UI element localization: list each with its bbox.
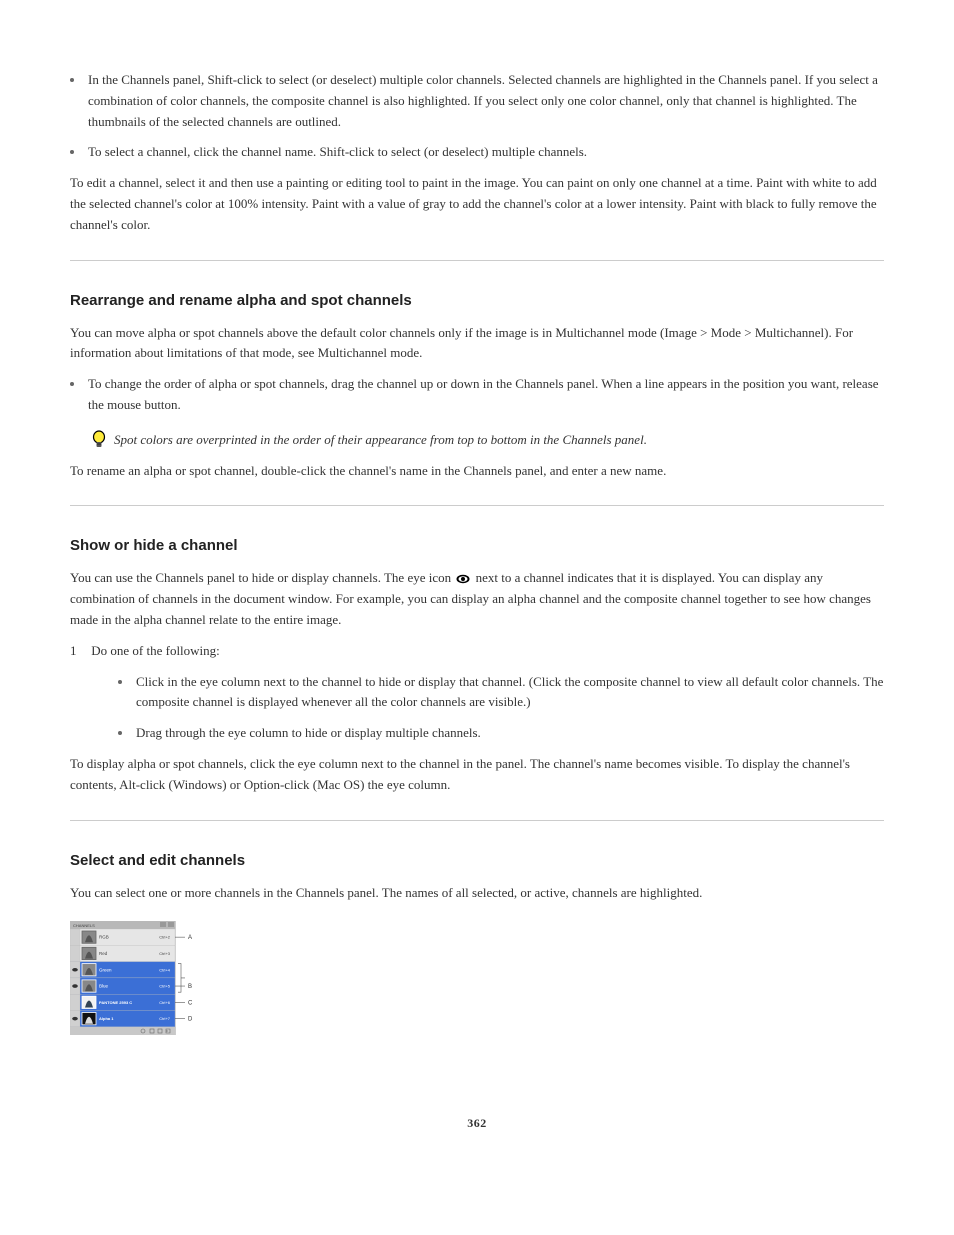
tip-text: Spot colors are overprinted in the order… — [114, 430, 884, 451]
tip-callout: Spot colors are overprinted in the order… — [92, 430, 884, 451]
svg-text:Ctrl+3: Ctrl+3 — [159, 951, 171, 956]
eye-icon — [456, 574, 470, 584]
section-rearrange: Rearrange and rename alpha and spot chan… — [70, 261, 884, 506]
panel-title-text: CHANNELS — [73, 923, 95, 928]
svg-text:PANTONE 2593 C: PANTONE 2593 C — [99, 1000, 132, 1005]
paragraph: To display alpha or spot channels, click… — [70, 754, 884, 796]
svg-text:C: C — [188, 1001, 193, 1007]
svg-text:Ctrl+4: Ctrl+4 — [159, 968, 171, 973]
step-number: 1 — [70, 641, 88, 662]
section-intro: In the Channels panel, Shift-click to se… — [70, 40, 884, 260]
bullet-dot-icon — [70, 150, 74, 154]
bullet-text: Click in the eye column next to the chan… — [136, 672, 884, 714]
svg-text:Blue: Blue — [99, 984, 109, 989]
bullet-text: To select a channel, click the channel n… — [88, 142, 884, 163]
paragraph: To rename an alpha or spot channel, doub… — [70, 461, 884, 482]
channels-panel-figure: CHANNELS RGB Ctrl+2 Red Ctrl+3 Green Ctrl+4 Bl… — [70, 921, 194, 1042]
bullet-dot-icon — [118, 680, 122, 684]
svg-text:A: A — [188, 935, 192, 941]
svg-text:Green: Green — [99, 968, 112, 973]
bullet-item: Click in the eye column next to the chan… — [118, 672, 884, 714]
section-heading: Rearrange and rename alpha and spot chan… — [70, 289, 884, 313]
inline-eye-wrap — [454, 570, 475, 585]
svg-text:Ctrl+6: Ctrl+6 — [159, 1000, 171, 1005]
svg-text:RGB: RGB — [99, 935, 109, 940]
bullet-item: To select a channel, click the channel n… — [70, 142, 884, 163]
section-heading: Show or hide a channel — [70, 534, 884, 558]
svg-text:Ctrl+2: Ctrl+2 — [159, 935, 171, 940]
bullet-text: To change the order of alpha or spot cha… — [88, 374, 884, 416]
svg-text:Alpha 1: Alpha 1 — [99, 1016, 114, 1021]
bullet-item: To change the order of alpha or spot cha… — [70, 374, 884, 416]
bullet-dot-icon — [118, 731, 122, 735]
paragraph: To edit a channel, select it and then us… — [70, 173, 884, 235]
svg-text:Red: Red — [99, 951, 108, 956]
step-text: Do one of the following: — [91, 643, 220, 658]
nested-bullets: Click in the eye column next to the chan… — [88, 672, 884, 744]
bullet-dot-icon — [70, 78, 74, 82]
svg-text:B: B — [188, 984, 192, 990]
bullet-text: In the Channels panel, Shift-click to se… — [88, 70, 884, 132]
lightbulb-icon — [92, 430, 106, 450]
svg-text:Ctrl+7: Ctrl+7 — [159, 1016, 171, 1021]
svg-text:Ctrl+5: Ctrl+5 — [159, 984, 171, 989]
paragraph: You can move alpha or spot channels abov… — [70, 323, 884, 365]
bullet-item: Drag through the eye column to hide or d… — [118, 723, 884, 744]
paragraph: You can select one or more channels in t… — [70, 883, 884, 904]
paragraph-text: You can use the Channels panel to hide o… — [70, 570, 454, 585]
section-select-edit: Select and edit channels You can select … — [70, 821, 884, 1067]
page-number: 362 — [70, 1114, 884, 1133]
numbered-step: 1 Do one of the following: — [70, 641, 884, 662]
paragraph: You can use the Channels panel to hide o… — [70, 568, 884, 630]
section-show-hide: Show or hide a channel You can use the C… — [70, 506, 884, 819]
channels-panel-svg: CHANNELS RGB Ctrl+2 Red Ctrl+3 Green Ctrl+4 Bl… — [70, 921, 194, 1035]
bullet-item: In the Channels panel, Shift-click to se… — [70, 70, 884, 132]
bullet-dot-icon — [70, 382, 74, 386]
section-heading: Select and edit channels — [70, 849, 884, 873]
svg-text:D: D — [188, 1017, 193, 1023]
bullet-text: Drag through the eye column to hide or d… — [136, 723, 884, 744]
